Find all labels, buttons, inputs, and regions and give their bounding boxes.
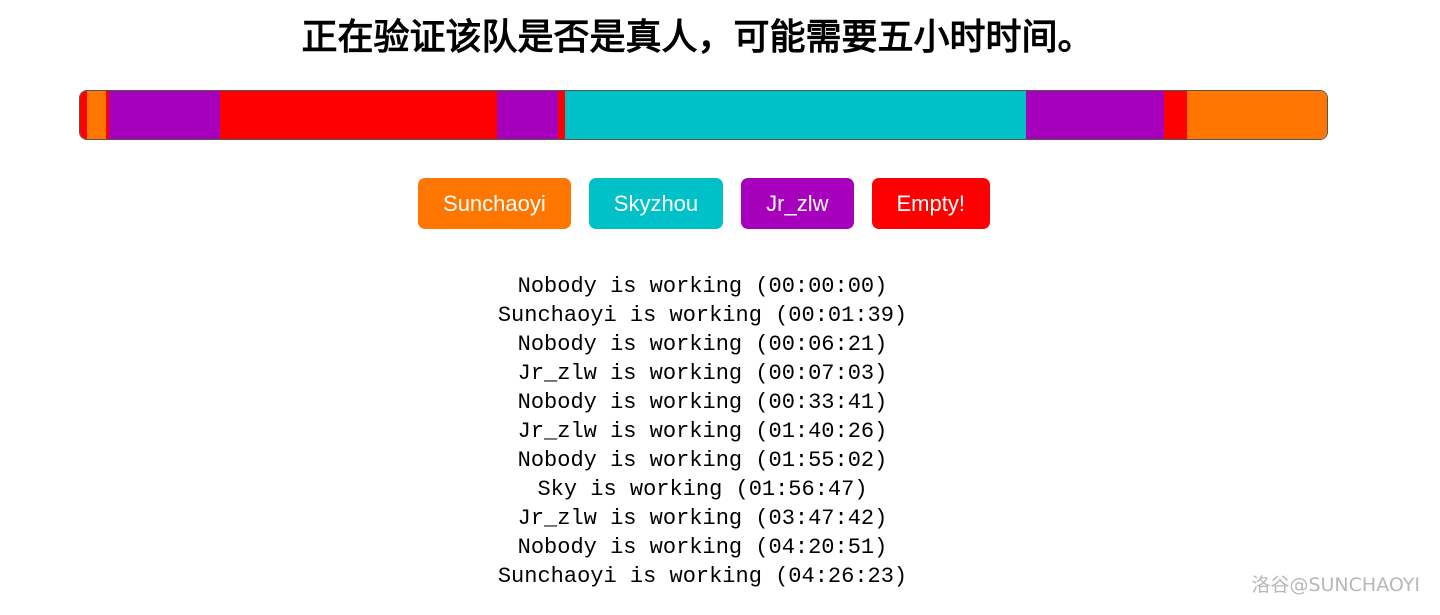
legend: Sunchaoyi Skyzhou Jr_zlw Empty! [0, 178, 1408, 229]
log-line: Nobody is working (01:55:02) [517, 448, 888, 473]
timeline-segment [1164, 91, 1188, 139]
timeline-segment [1026, 91, 1165, 139]
legend-button-empty[interactable]: Empty! [871, 178, 990, 229]
timeline-segment [86, 91, 107, 139]
log-line: Sky is working (01:56:47) [537, 477, 868, 502]
watermark: 洛谷@SUNCHAOYI [1251, 574, 1420, 596]
log-line: Jr_zlw is working (03:47:42) [517, 506, 888, 531]
timeline-segment [497, 91, 559, 139]
log-line: Nobody is working (04:20:51) [517, 535, 888, 560]
timeline-segment [80, 91, 87, 139]
log-line: Nobody is working (00:00:00) [517, 274, 888, 299]
log-line: Jr_zlw is working (00:07:03) [517, 361, 888, 386]
log-line: Nobody is working (00:33:41) [517, 390, 888, 415]
page-title: 正在验证该队是否是真人，可能需要五小时时间。 [301, 17, 1094, 58]
timeline-segment [109, 91, 220, 139]
log-line: Sunchaoyi is working (04:26:23) [497, 564, 908, 589]
legend-button-sunchaoyi[interactable]: Sunchaoyi [418, 178, 571, 229]
timeline-segment [558, 91, 566, 139]
timeline-segment [565, 91, 1027, 139]
log-line: Nobody is working (00:06:21) [517, 332, 888, 357]
log-line: Jr_zlw is working (01:40:26) [517, 419, 888, 444]
timeline-segment [1187, 91, 1327, 139]
legend-button-skyzhou[interactable]: Skyzhou [588, 178, 724, 229]
log-line: Sunchaoyi is working (00:01:39) [497, 303, 908, 328]
legend-button-jr-zlw[interactable]: Jr_zlw [741, 178, 854, 229]
timeline-bar [79, 90, 1328, 140]
activity-log: Nobody is working (00:00:00) Sunchaoyi is… [0, 272, 1405, 591]
timeline-segment [219, 91, 498, 139]
